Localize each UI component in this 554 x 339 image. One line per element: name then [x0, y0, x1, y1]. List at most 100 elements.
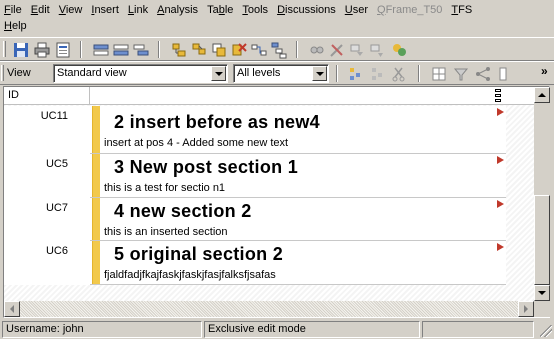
section-heading: 5 original section 2: [114, 244, 284, 264]
menu-item-text: Frame_T50: [385, 4, 443, 16]
scrollbar-corner: [534, 301, 550, 317]
discussion-icon[interactable]: [308, 41, 326, 59]
menu-bar: File Edit View Insert Link Analysis Table Tools…: [0, 0, 554, 36]
colour-icon[interactable]: [390, 41, 408, 59]
section-text: this is an inserted section: [104, 226, 228, 238]
vertical-scrollbar[interactable]: [534, 87, 550, 301]
delete-object-icon[interactable]: [230, 41, 248, 59]
document-view: ID UC11 2 insert before as new4 insert a…: [3, 86, 550, 318]
change-marker-icon: [497, 243, 504, 251]
vertical-scroll-thumb[interactable]: [534, 195, 550, 285]
scroll-left-icon[interactable]: [4, 301, 20, 317]
format-icon[interactable]: [452, 65, 470, 83]
scroll-right-icon[interactable]: [518, 301, 534, 317]
more-icon[interactable]: [494, 65, 512, 83]
toolbar-separator: [336, 65, 338, 82]
menu-item-text: dit: [38, 4, 50, 16]
menu-item[interactable]: TFS: [451, 4, 472, 16]
chevron-down-icon[interactable]: [211, 66, 226, 81]
scroll-down-icon[interactable]: [534, 285, 550, 301]
share-icon[interactable]: [474, 65, 492, 83]
insert-child-icon[interactable]: [132, 41, 150, 59]
menu-item[interactable]: Edit: [31, 4, 50, 16]
copy-object-icon[interactable]: [210, 41, 228, 59]
status-bar: Username: john Exclusive edit mode: [0, 320, 554, 339]
menu-item[interactable]: Link: [128, 4, 148, 16]
menu-item[interactable]: Table: [207, 4, 233, 16]
level-select-value: All levels: [237, 67, 281, 79]
toolbar-overflow-button[interactable]: »: [541, 64, 548, 78]
menu-item-text: le: [224, 4, 234, 16]
section-bar: [92, 154, 100, 198]
section-bar: [92, 241, 100, 285]
section-bar: [92, 106, 100, 154]
promote-icon[interactable]: [346, 65, 364, 83]
toolbar-separator: [296, 41, 298, 58]
row-divider: [90, 284, 506, 285]
filter-icon[interactable]: [348, 41, 366, 59]
menu-item[interactable]: Analysis: [157, 4, 198, 16]
tools-icon[interactable]: [328, 41, 346, 59]
menu-help[interactable]: Help: [4, 20, 27, 32]
toolbar-separator: [418, 65, 420, 82]
save-icon[interactable]: [12, 41, 30, 59]
demote-icon[interactable]: [368, 65, 386, 83]
change-marker-icon: [497, 156, 504, 164]
section-id: UC7: [45, 202, 68, 214]
menu-item[interactable]: User: [345, 4, 368, 16]
link-icon[interactable]: [250, 41, 268, 59]
menu-row: File Edit View Insert Link Analysis Table Tools…: [4, 2, 481, 18]
new-object-icon[interactable]: [170, 41, 188, 59]
menu-row-2: Help: [4, 18, 36, 34]
chevron-down-icon[interactable]: [312, 66, 327, 81]
menu-item[interactable]: File: [4, 4, 22, 16]
menu-item[interactable]: Insert: [91, 4, 119, 16]
menu-item-accel: U: [344, 4, 353, 16]
toolbar-separator: [80, 41, 82, 58]
resize-grip-icon[interactable]: [540, 325, 552, 337]
scroll-up-icon[interactable]: [534, 87, 550, 103]
menu-item-text: nalysis: [164, 4, 199, 16]
column-splitter-icon[interactable]: [490, 87, 506, 105]
view-select[interactable]: Standard view: [53, 64, 228, 83]
menu-item-text: ile: [10, 4, 22, 16]
menu-item-text: ools: [247, 4, 269, 16]
new-heading-icon[interactable]: [190, 41, 208, 59]
change-marker-icon: [497, 108, 504, 116]
menu-item[interactable]: QFrame_T50: [377, 4, 442, 16]
id-column-header[interactable]: ID: [4, 87, 90, 105]
toolbar-grip[interactable]: [3, 41, 6, 57]
print-icon[interactable]: [33, 41, 51, 59]
menu-item[interactable]: Tools: [242, 4, 268, 16]
section-heading: 4 new section 2: [114, 201, 252, 221]
menu-item-accel: D: [277, 4, 286, 16]
section-row[interactable]: UC5 3 New post section 1 this is a test …: [4, 154, 506, 198]
toolbar-grip[interactable]: [1, 65, 4, 81]
menu-item-accel: F: [4, 4, 11, 16]
section-row[interactable]: UC6 5 original section 2 fjaldfadjfkajfa…: [4, 241, 506, 285]
page-setup-icon[interactable]: [54, 41, 72, 59]
standard-toolbar: [0, 37, 554, 61]
menu-item[interactable]: View: [59, 4, 83, 16]
section-id: UC6: [45, 245, 68, 257]
menu-item[interactable]: Discussions: [277, 4, 336, 16]
view-label: View: [7, 67, 31, 79]
status-username: Username: john: [2, 321, 202, 338]
cut-icon[interactable]: [390, 65, 408, 83]
menu-item-text: Ta: [207, 4, 219, 16]
change-marker-icon: [497, 200, 504, 208]
column-header: ID: [4, 87, 534, 105]
section-row[interactable]: UC11 2 insert before as new4 insert at p…: [4, 106, 506, 154]
table-icon[interactable]: [430, 65, 448, 83]
section-row[interactable]: UC7 4 new section 2 this is an inserted …: [4, 198, 506, 241]
hierarchy-icon[interactable]: [270, 41, 288, 59]
section-text: insert at pos 4 - Added some new text: [104, 137, 289, 149]
toolbar-separator: [158, 41, 160, 58]
insert-below-icon[interactable]: [112, 41, 130, 59]
insert-above-icon[interactable]: [92, 41, 110, 59]
horizontal-scrollbar[interactable]: [4, 301, 534, 317]
section-text: fjaldfadjfkajfaskjfaskjfasjfalksfjsafas: [104, 269, 276, 281]
sort-icon[interactable]: [368, 41, 386, 59]
level-select[interactable]: All levels: [233, 64, 329, 83]
menu-item-text: ink: [134, 4, 149, 16]
